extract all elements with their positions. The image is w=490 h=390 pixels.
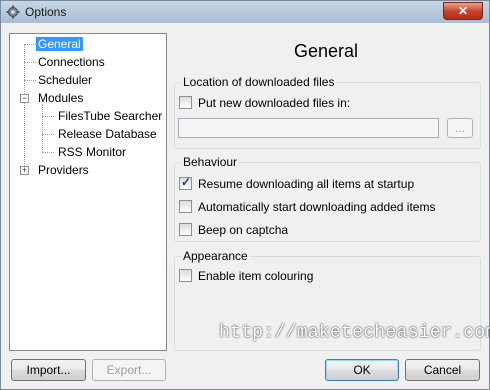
- tree-line: [24, 62, 36, 63]
- tree-item-rss-monitor[interactable]: RSS Monitor: [58, 144, 126, 160]
- ok-button[interactable]: OK: [325, 359, 399, 381]
- collapse-icon[interactable]: −: [20, 94, 29, 103]
- download-path-input[interactable]: [178, 118, 439, 138]
- enable-item-colouring-checkbox[interactable]: [179, 269, 192, 282]
- cancel-button[interactable]: Cancel: [405, 359, 480, 381]
- tree-line: [42, 152, 54, 153]
- window-title: Options: [25, 5, 67, 19]
- auto-start-label: Automatically start downloading added it…: [198, 200, 436, 214]
- expand-icon[interactable]: +: [20, 166, 29, 175]
- put-new-files-checkbox[interactable]: [179, 96, 192, 109]
- gear-icon: [6, 5, 20, 19]
- tree-line: [42, 134, 54, 135]
- resume-downloading-checkbox[interactable]: ✓: [179, 175, 192, 190]
- tree-item-scheduler[interactable]: Scheduler: [38, 72, 92, 88]
- tree-item-label: Scheduler: [38, 73, 93, 87]
- tree-item-label: Modules: [38, 91, 84, 105]
- beep-on-captcha-checkbox[interactable]: [179, 223, 192, 236]
- tree-line: [24, 44, 36, 45]
- close-button[interactable]: ✕: [443, 2, 483, 20]
- tree-item-label: Release Database: [58, 127, 157, 141]
- tree-item-general[interactable]: General: [36, 36, 83, 52]
- resume-downloading-label: Resume downloading all items at startup: [198, 177, 415, 191]
- location-group-label: Location of downloaded files: [181, 75, 337, 89]
- tree-item-connections[interactable]: Connections: [38, 54, 105, 70]
- beep-on-captcha-label: Beep on captcha: [198, 223, 289, 237]
- tree-line: [42, 104, 43, 152]
- tree-item-label: RSS Monitor: [58, 145, 127, 159]
- tree-item-label: Connections: [38, 55, 105, 69]
- tree-line: [24, 44, 25, 172]
- tree-item-label: FilesTube Searcher: [58, 109, 163, 123]
- title-bar[interactable]: Options ✕: [1, 1, 489, 23]
- enable-item-colouring-label: Enable item colouring: [198, 269, 314, 283]
- appearance-group-label: Appearance: [181, 249, 250, 263]
- checkmark-icon: ✓: [181, 175, 192, 189]
- tree-line: [42, 116, 54, 117]
- tree-item-label: Providers: [38, 163, 89, 177]
- options-tree[interactable]: General Connections Scheduler − Modules …: [9, 33, 167, 351]
- put-new-files-label: Put new downloaded files in:: [198, 96, 351, 110]
- page-title: General: [293, 41, 359, 61]
- tree-item-label: General: [36, 37, 83, 51]
- auto-start-checkbox[interactable]: [179, 200, 192, 213]
- tree-item-release-database[interactable]: Release Database: [58, 126, 157, 142]
- tree-line: [24, 80, 36, 81]
- location-group: [174, 82, 481, 149]
- behaviour-group-label: Behaviour: [181, 155, 240, 169]
- close-icon: ✕: [457, 4, 469, 18]
- export-button[interactable]: Export...: [92, 359, 166, 381]
- tree-item-filestube-searcher[interactable]: FilesTube Searcher: [58, 108, 162, 124]
- watermark-text: http://maketecheasier.com: [219, 323, 490, 343]
- import-button[interactable]: Import...: [11, 359, 86, 381]
- options-window: Options ✕ General Connections Scheduler …: [0, 0, 490, 390]
- tree-item-providers[interactable]: Providers: [38, 162, 89, 178]
- browse-button[interactable]: ...: [447, 118, 473, 138]
- tree-item-modules[interactable]: Modules: [38, 90, 83, 106]
